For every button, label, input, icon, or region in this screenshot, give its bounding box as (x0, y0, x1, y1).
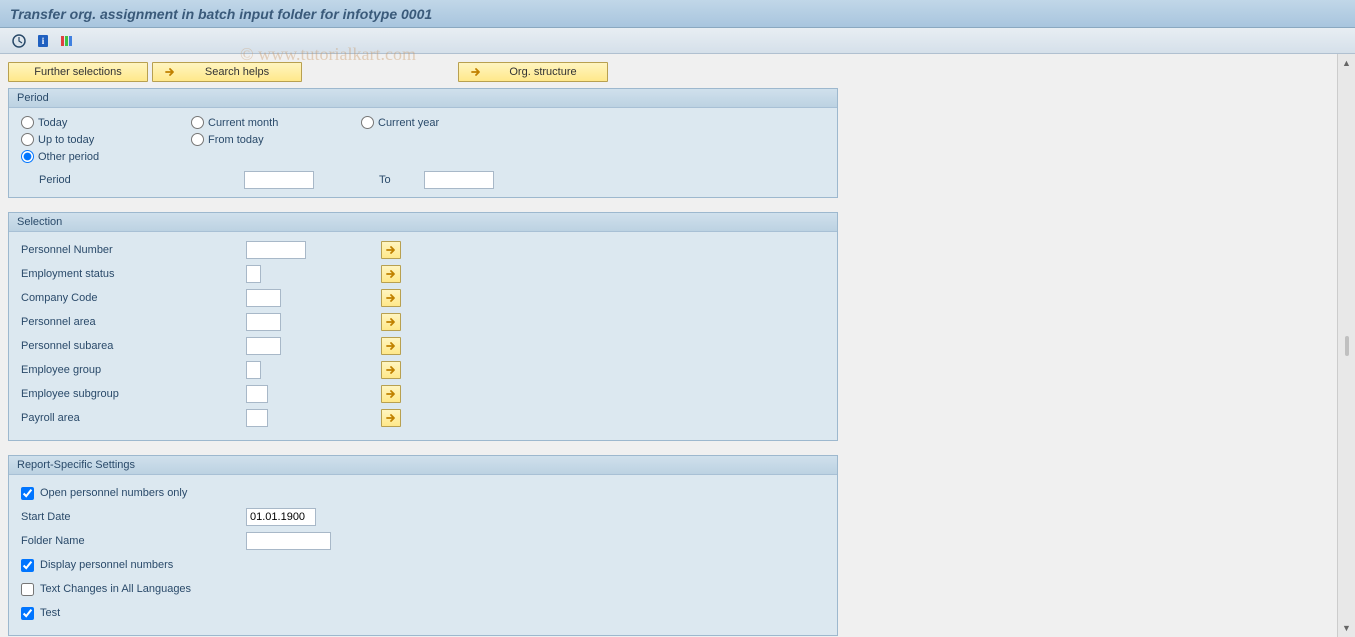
radio-current-year-input[interactable] (361, 116, 374, 129)
multiple-selection-button[interactable] (381, 385, 401, 403)
radio-current-month[interactable]: Current month (191, 116, 361, 129)
execute-icon[interactable] (10, 32, 28, 50)
folder-name-input[interactable] (246, 532, 331, 550)
period-from-input[interactable] (244, 171, 314, 189)
sel-row-egroup: Employee group (21, 360, 825, 380)
field-label: Folder Name (21, 535, 246, 547)
folder-name-row: Folder Name (21, 531, 825, 551)
test-checkbox[interactable] (21, 607, 34, 620)
sel-row-pernr: Personnel Number (21, 240, 825, 260)
checkbox-label: Test (40, 607, 60, 619)
period-to-input[interactable] (424, 171, 494, 189)
content-area: Further selections Search helps Org. str… (0, 54, 1337, 637)
sel-row-psubarea: Personnel subarea (21, 336, 825, 356)
radio-current-year[interactable]: Current year (361, 116, 531, 129)
field-label: Employee subgroup (21, 388, 246, 400)
selection-group: Selection Personnel Number Employment st… (8, 212, 838, 441)
open-pernr-checkbox[interactable] (21, 487, 34, 500)
vertical-scrollbar[interactable]: ▲ ▼ (1337, 54, 1355, 637)
info-icon[interactable]: i (34, 32, 52, 50)
checkbox-label: Open personnel numbers only (40, 487, 187, 499)
group-title: Selection (9, 213, 837, 232)
chk-test-row: Test (21, 603, 825, 623)
field-label: Employee group (21, 364, 246, 376)
button-row: Further selections Search helps Org. str… (8, 62, 1329, 82)
psubarea-input[interactable] (246, 337, 281, 355)
start-date-input[interactable] (246, 508, 316, 526)
multiple-selection-button[interactable] (381, 313, 401, 331)
radio-other-period-input[interactable] (21, 150, 34, 163)
sel-row-payroll: Payroll area (21, 408, 825, 428)
multiple-selection-button[interactable] (381, 337, 401, 355)
scroll-thumb[interactable] (1345, 336, 1349, 356)
arrow-right-icon (163, 65, 177, 79)
pernr-input[interactable] (246, 241, 306, 259)
text-changes-checkbox[interactable] (21, 583, 34, 596)
multiple-selection-button[interactable] (381, 289, 401, 307)
radio-today-input[interactable] (21, 116, 34, 129)
radio-from-today-input[interactable] (191, 133, 204, 146)
field-label: Company Code (21, 292, 246, 304)
radio-up-to-today-input[interactable] (21, 133, 34, 146)
multiple-selection-button[interactable] (381, 409, 401, 427)
field-label: Payroll area (21, 412, 246, 424)
period-to-label: To (379, 174, 424, 186)
scroll-down-icon[interactable]: ▼ (1341, 622, 1353, 634)
display-pernr-checkbox[interactable] (21, 559, 34, 572)
button-label: Further selections (34, 66, 121, 78)
company-input[interactable] (246, 289, 281, 307)
radio-today[interactable]: Today (21, 116, 191, 129)
chk-open-pernr-row: Open personnel numbers only (21, 483, 825, 503)
field-label: Personnel Number (21, 244, 246, 256)
field-label: Personnel subarea (21, 340, 246, 352)
emp-status-input[interactable] (246, 265, 261, 283)
multiple-selection-button[interactable] (381, 265, 401, 283)
radio-up-to-today[interactable]: Up to today (21, 133, 191, 146)
button-label: Search helps (183, 66, 291, 78)
esubgroup-input[interactable] (246, 385, 268, 403)
period-group: Period Today Current month Current year (8, 88, 838, 198)
sel-row-emp-status: Employment status (21, 264, 825, 284)
group-title: Report-Specific Settings (9, 456, 837, 475)
page-title: Transfer org. assignment in batch input … (10, 6, 432, 22)
layout-icon[interactable] (58, 32, 76, 50)
sel-row-esubgroup: Employee subgroup (21, 384, 825, 404)
period-from-label: Period (39, 174, 244, 186)
radio-other-period[interactable]: Other period (21, 150, 191, 163)
arrow-right-icon (469, 65, 483, 79)
button-label: Org. structure (489, 66, 597, 78)
chk-display-pernr-row: Display personnel numbers (21, 555, 825, 575)
title-bar: Transfer org. assignment in batch input … (0, 0, 1355, 28)
chk-text-changes-row: Text Changes in All Languages (21, 579, 825, 599)
report-settings-group: Report-Specific Settings Open personnel … (8, 455, 838, 636)
scroll-up-icon[interactable]: ▲ (1341, 57, 1353, 69)
egroup-input[interactable] (246, 361, 261, 379)
toolbar: i (0, 28, 1355, 54)
group-title: Period (9, 89, 837, 108)
org-structure-button[interactable]: Org. structure (458, 62, 608, 82)
radio-current-month-input[interactable] (191, 116, 204, 129)
further-selections-button[interactable]: Further selections (8, 62, 148, 82)
start-date-row: Start Date (21, 507, 825, 527)
field-label: Employment status (21, 268, 246, 280)
sel-row-parea: Personnel area (21, 312, 825, 332)
payroll-input[interactable] (246, 409, 268, 427)
field-label: Start Date (21, 511, 246, 523)
checkbox-label: Display personnel numbers (40, 559, 173, 571)
multiple-selection-button[interactable] (381, 361, 401, 379)
radio-from-today[interactable]: From today (191, 133, 361, 146)
parea-input[interactable] (246, 313, 281, 331)
multiple-selection-button[interactable] (381, 241, 401, 259)
field-label: Personnel area (21, 316, 246, 328)
search-helps-button[interactable]: Search helps (152, 62, 302, 82)
sel-row-company: Company Code (21, 288, 825, 308)
checkbox-label: Text Changes in All Languages (40, 583, 191, 595)
